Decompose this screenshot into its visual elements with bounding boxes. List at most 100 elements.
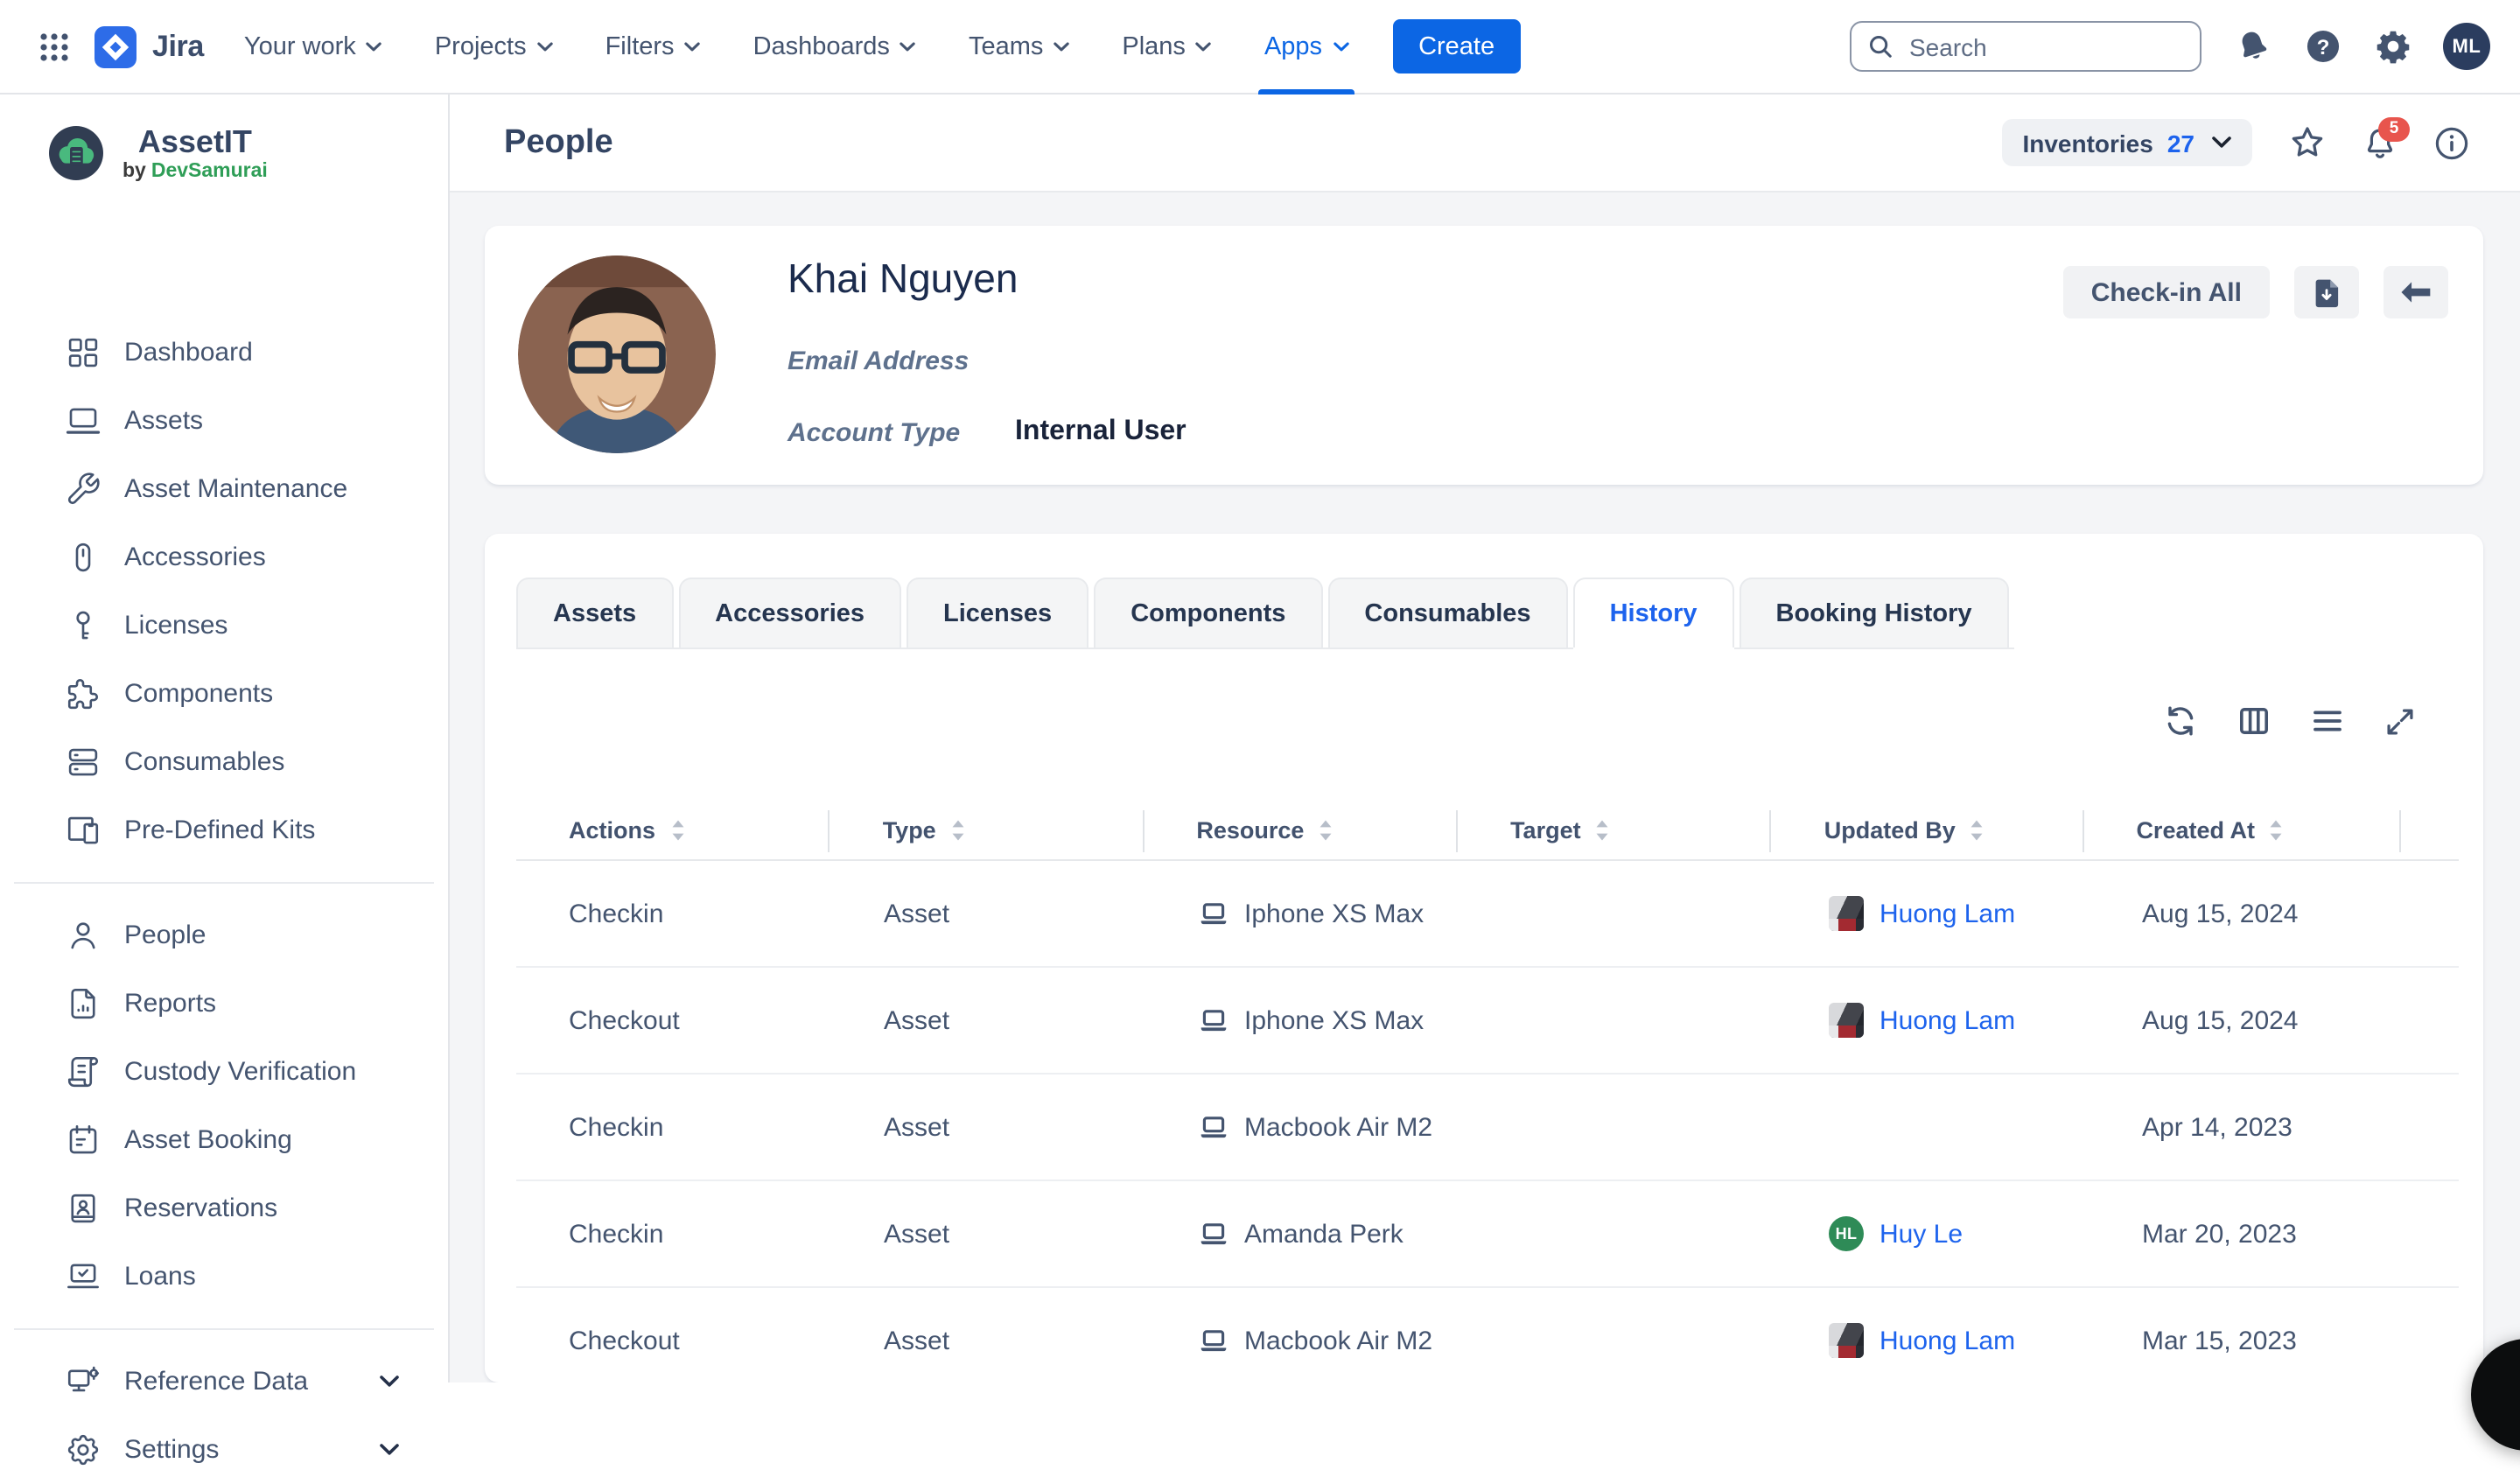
settings-gear-icon[interactable] <box>2375 28 2412 65</box>
content-area: Khai Nguyen Email Address Account Type I… <box>448 192 2520 1382</box>
chevron-down-icon <box>900 41 916 52</box>
monitor-gear-icon <box>65 1363 102 1400</box>
column-header-target[interactable]: Target <box>1458 817 1772 844</box>
nav-item-dashboards[interactable]: Dashboards <box>727 0 942 94</box>
cell-created-at: Mar 20, 2023 <box>2090 1219 2408 1249</box>
cell-updated-by: Huong Lam <box>1776 1323 2090 1358</box>
app-switcher-icon[interactable] <box>38 31 70 62</box>
help-icon[interactable]: ? <box>2305 28 2342 65</box>
sidebar-item-assets[interactable]: Assets <box>0 387 448 455</box>
devices-icon <box>65 812 102 849</box>
tab-accessories[interactable]: Accessories <box>678 578 901 648</box>
global-search[interactable] <box>1850 21 2202 72</box>
table-row: CheckinAssetIphone XS MaxHuong LamAug 15… <box>516 861 2459 968</box>
svg-text:?: ? <box>2317 36 2330 60</box>
cell-created-at: Aug 15, 2024 <box>2090 899 2408 928</box>
sidebar-item-reports[interactable]: Reports <box>0 970 448 1038</box>
laptop-icon <box>65 402 102 439</box>
jira-top-nav: Jira Your workProjectsFiltersDashboardsT… <box>0 0 2520 94</box>
chevron-down-icon <box>1054 41 1069 52</box>
laptop-icon <box>1199 902 1228 925</box>
updated-by-link[interactable]: Huong Lam <box>1880 1005 2015 1035</box>
tab-booking-history[interactable]: Booking History <box>1740 578 2009 648</box>
gear-icon <box>65 1432 102 1468</box>
search-input[interactable] <box>1906 31 2184 62</box>
tab-assets[interactable]: Assets <box>516 578 673 648</box>
updated-by-link[interactable]: Huy Le <box>1880 1219 1963 1249</box>
tab-consumables[interactable]: Consumables <box>1327 578 1567 648</box>
inventories-dropdown[interactable]: Inventories 27 <box>2001 119 2252 166</box>
sidebar-item-loans[interactable]: Loans <box>0 1242 448 1311</box>
cell-action: Checkin <box>516 1112 831 1142</box>
laptop-icon <box>1199 1329 1228 1352</box>
check-in-all-button[interactable]: Check-in All <box>2063 266 2270 318</box>
tab-history[interactable]: History <box>1573 578 1734 648</box>
updated-by-link[interactable]: Huong Lam <box>1880 1326 2015 1355</box>
sidebar-item-asset-booking[interactable]: Asset Booking <box>0 1106 448 1174</box>
sidebar-item-asset-maintenance[interactable]: Asset Maintenance <box>0 455 448 523</box>
email-label: Email Address <box>788 346 1186 376</box>
cell-resource: Macbook Air M2 <box>1146 1112 1461 1142</box>
puzzle-icon <box>65 676 102 712</box>
column-header-actions[interactable]: Actions <box>516 817 830 844</box>
assetit-brand: AssetIT byDevSamurai <box>49 124 268 182</box>
fullscreen-expand-icon[interactable] <box>2384 704 2417 738</box>
cell-type: Asset <box>831 1219 1146 1249</box>
tab-licenses[interactable]: Licenses <box>906 578 1088 648</box>
sidebar-item-custody-verification[interactable]: Custody Verification <box>0 1038 448 1106</box>
column-header-resource[interactable]: Resource <box>1144 817 1458 844</box>
cell-type: Asset <box>831 1005 1146 1035</box>
tab-components[interactable]: Components <box>1094 578 1322 648</box>
create-button[interactable]: Create <box>1392 19 1521 74</box>
sidebar-item-settings[interactable]: Settings <box>0 1416 448 1484</box>
notification-bell-icon[interactable] <box>2235 28 2272 65</box>
jira-logo[interactable] <box>94 25 136 67</box>
chevron-down-icon <box>1333 41 1348 52</box>
nav-item-your-work[interactable]: Your work <box>218 0 409 94</box>
favorite-star-icon[interactable] <box>2289 124 2326 161</box>
person-icon <box>65 917 102 954</box>
column-header-updated-by[interactable]: Updated By <box>1772 817 2084 844</box>
updated-by-link[interactable]: Huong Lam <box>1880 899 2015 928</box>
sidebar-item-components[interactable]: Components <box>0 660 448 728</box>
notifications-icon[interactable]: 5 <box>2362 125 2398 160</box>
sort-icon <box>1318 819 1334 842</box>
mouse-icon <box>65 539 102 576</box>
info-icon[interactable] <box>2434 125 2469 160</box>
column-header-type[interactable]: Type <box>830 817 1144 844</box>
sidebar-item-people[interactable]: People <box>0 901 448 970</box>
export-download-button[interactable] <box>2294 266 2359 318</box>
sidebar-item-reservations[interactable]: Reservations <box>0 1174 448 1242</box>
row-density-icon[interactable] <box>2310 704 2345 738</box>
nav-item-filters[interactable]: Filters <box>579 0 727 94</box>
cell-type: Asset <box>831 1326 1146 1355</box>
sidebar-item-licenses[interactable]: Licenses <box>0 592 448 660</box>
nav-item-plans[interactable]: Plans <box>1096 0 1238 94</box>
column-header-created-at[interactable]: Created At <box>2083 817 2401 844</box>
sidebar-item-dashboard[interactable]: Dashboard <box>0 318 448 387</box>
sidebar-item-accessories[interactable]: Accessories <box>0 523 448 592</box>
assetit-logo-icon <box>49 126 103 180</box>
account-type-value: Internal User <box>1015 416 1186 448</box>
id-book-icon <box>65 1190 102 1227</box>
columns-icon[interactable] <box>2236 704 2272 738</box>
back-button[interactable] <box>2384 266 2448 318</box>
nav-item-projects[interactable]: Projects <box>409 0 579 94</box>
sidebar-item-pre-defined-kits[interactable]: Pre-Defined Kits <box>0 796 448 864</box>
sidebar-item-reference-data[interactable]: Reference Data <box>0 1348 448 1416</box>
history-card: AssetsAccessoriesLicensesComponentsConsu… <box>485 534 2483 1382</box>
sort-icon <box>950 819 966 842</box>
table-body: CheckinAssetIphone XS MaxHuong LamAug 15… <box>516 861 2459 1382</box>
sort-icon <box>1595 819 1611 842</box>
laptop-icon <box>1199 1222 1228 1245</box>
sidebar-item-consumables[interactable]: Consumables <box>0 728 448 796</box>
refresh-icon[interactable] <box>2163 704 2198 738</box>
main-area: People Inventories 27 5 Khai Nguyen <box>448 94 2520 1382</box>
cell-created-at: Apr 14, 2023 <box>2090 1112 2408 1142</box>
nav-item-teams[interactable]: Teams <box>942 0 1096 94</box>
user-avatar[interactable]: ML <box>2443 23 2490 70</box>
assetit-sidebar: AssetIT byDevSamurai DashboardAssetsAsse… <box>0 94 450 1382</box>
nav-item-apps[interactable]: Apps <box>1238 0 1375 94</box>
inventories-count: 27 <box>2167 129 2194 157</box>
cell-created-at: Aug 15, 2024 <box>2090 1005 2408 1035</box>
